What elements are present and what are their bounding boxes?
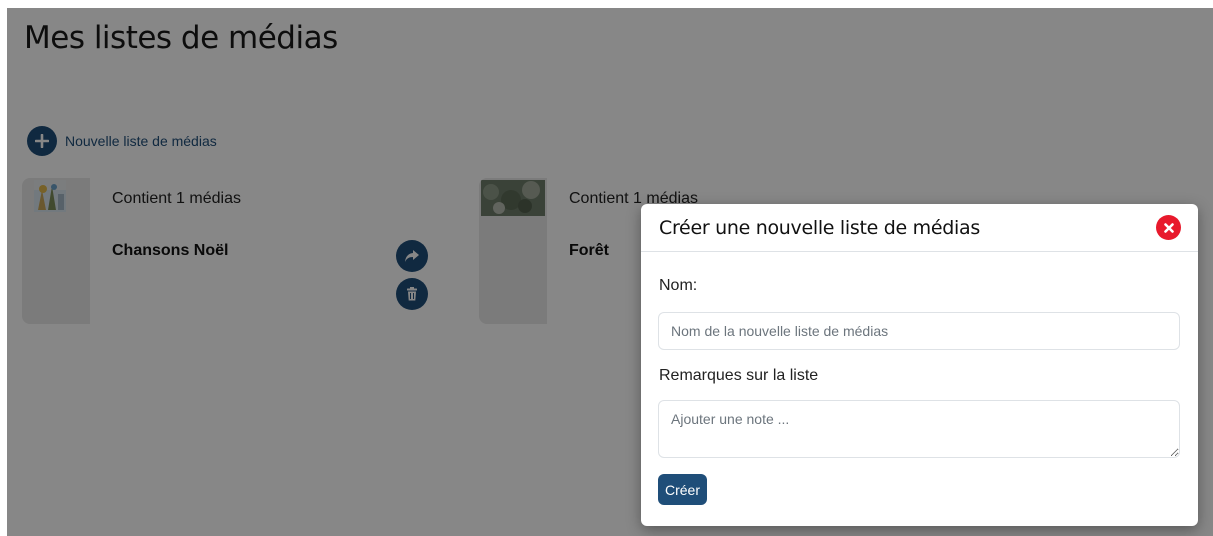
remarks-textarea[interactable]	[658, 400, 1180, 458]
create-button[interactable]: Créer	[658, 474, 708, 505]
list-name-input[interactable]	[658, 312, 1180, 350]
name-label: Nom:	[659, 277, 698, 294]
dialog-title: Créer une nouvelle liste de médias	[659, 217, 980, 239]
close-button[interactable]	[1156, 215, 1181, 240]
remarks-label: Remarques sur la liste	[659, 367, 819, 384]
close-icon	[1163, 222, 1174, 233]
create-list-dialog: Créer une nouvelle liste de médias Nom: …	[641, 204, 1198, 526]
dialog-header: Créer une nouvelle liste de médias	[641, 204, 1198, 252]
